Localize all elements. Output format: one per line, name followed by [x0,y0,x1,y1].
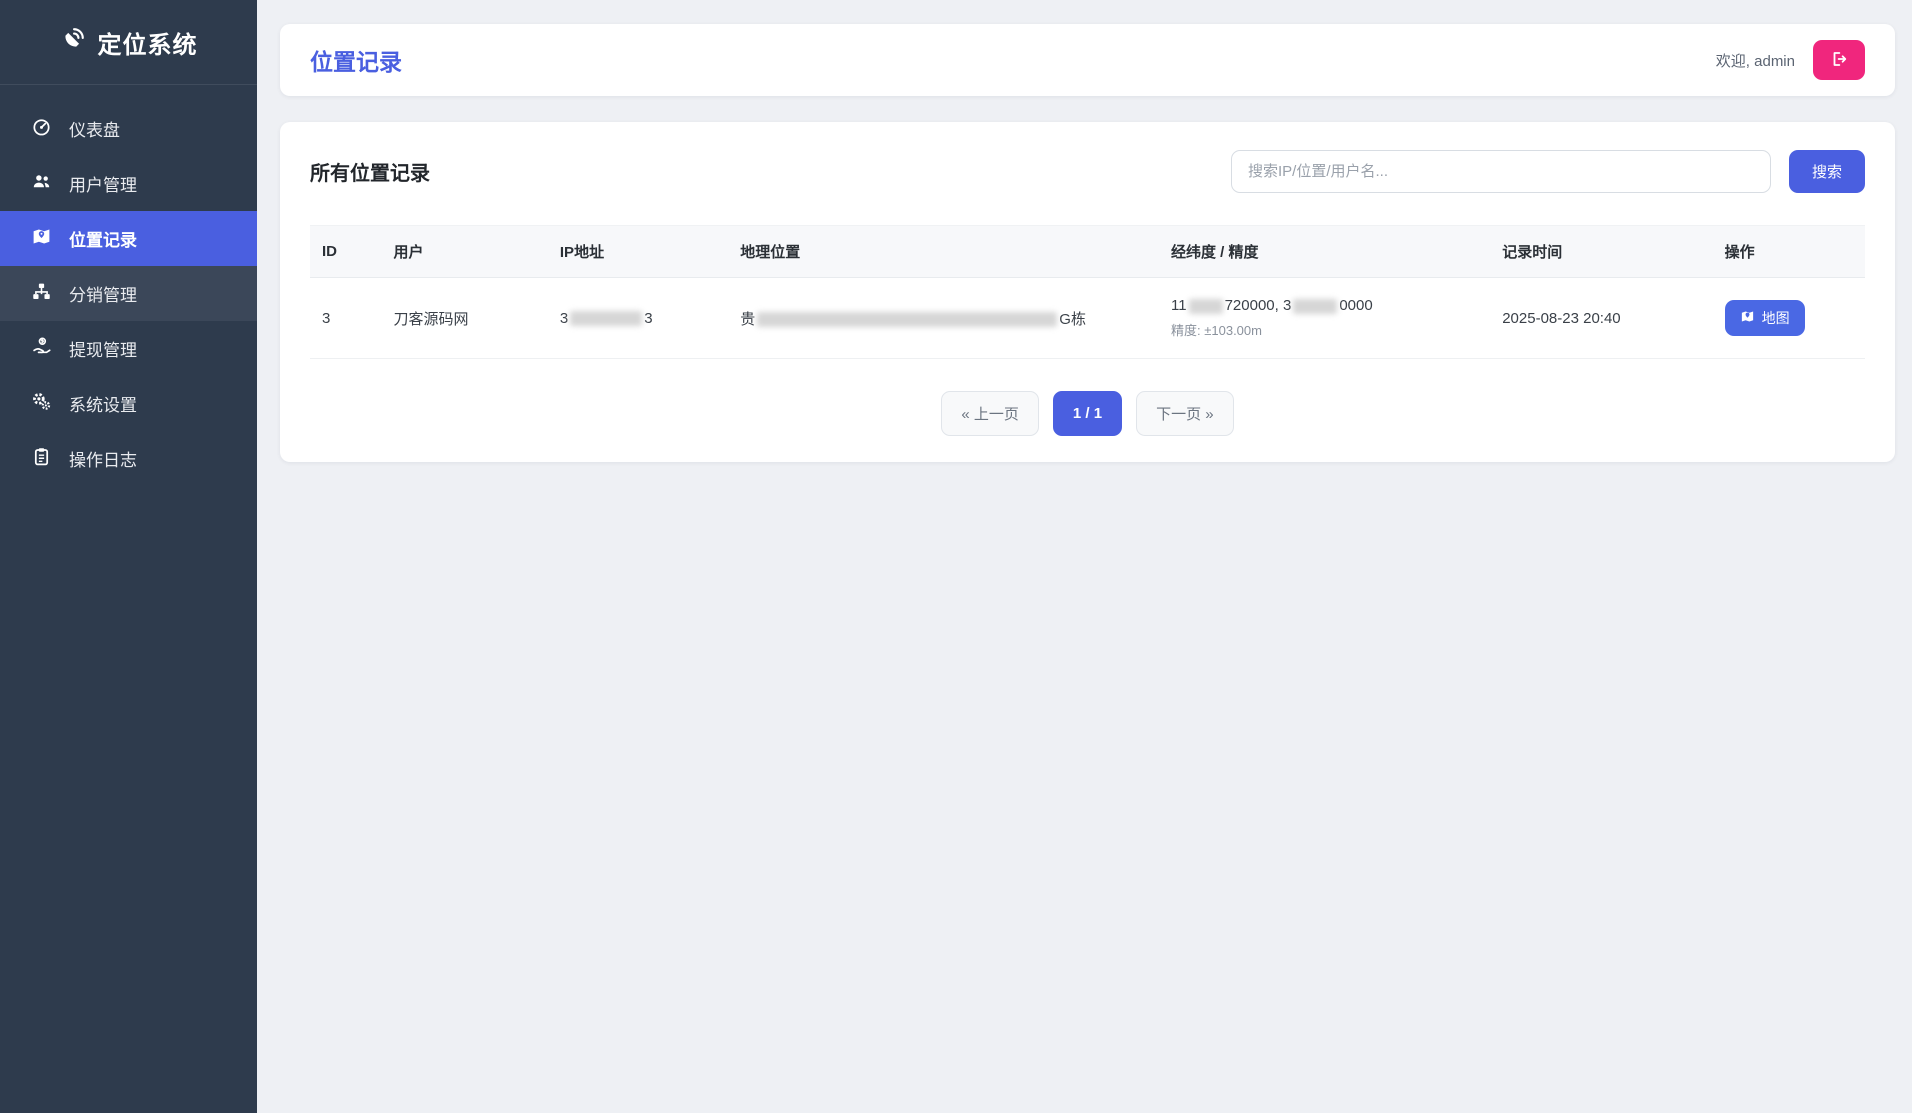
coords-line: 11720000, 30000 [1171,297,1478,314]
sidebar-item-label: 位置记录 [69,226,137,251]
cell-ip: 33 [548,278,728,359]
users-icon [31,171,52,197]
sidebar-item-label: 用户管理 [69,171,137,196]
map-button-label: 地图 [1762,308,1790,328]
redacted-ip [570,311,642,326]
cell-id: 3 [310,278,382,359]
records-card-header: 所有位置记录 搜索 [310,150,1865,193]
col-header-user: 用户 [382,226,548,278]
app-title: 定位系统 [98,25,198,60]
records-table: ID 用户 IP地址 地理位置 经纬度 / 精度 记录时间 操作 3 刀客源码网… [310,225,1865,359]
cell-actions: 地图 [1713,278,1865,359]
sidebar-item-users[interactable]: 用户管理 [0,156,257,211]
search-input[interactable] [1231,150,1771,193]
sidebar-item-label: 提现管理 [69,336,137,361]
topbar: 位置记录 欢迎, admin [280,24,1895,96]
sidebar-item-location-records[interactable]: 位置记录 [0,211,257,266]
accuracy-text: 精度: ±103.00m [1171,320,1478,339]
sidebar-item-settings[interactable]: 系统设置 [0,376,257,431]
col-header-location: 地理位置 [728,226,1159,278]
col-header-ip: IP地址 [548,226,728,278]
sidebar-item-label: 系统设置 [69,391,137,416]
search-button[interactable]: 搜索 [1789,150,1865,193]
col-header-id: ID [310,226,382,278]
page-title: 位置记录 [310,43,402,77]
sidebar-item-distribution[interactable]: 分销管理 [0,266,257,321]
pagination: « 上一页 1 / 1 下一页 » [310,391,1865,436]
map-button[interactable]: 地图 [1725,300,1805,336]
col-header-coords: 经纬度 / 精度 [1159,226,1490,278]
sidebar-item-label: 分销管理 [69,281,137,306]
table-header-row: ID 用户 IP地址 地理位置 经纬度 / 精度 记录时间 操作 [310,226,1865,278]
welcome-text: 欢迎, admin [1716,50,1795,71]
sidebar-item-label: 仪表盘 [69,116,120,141]
cell-time: 2025-08-23 20:40 [1490,278,1712,359]
sidebar: 定位系统 仪表盘 用户管理 [0,0,257,1113]
search-area: 搜索 [1231,150,1865,193]
app-logo: 定位系统 [0,0,257,85]
cell-location: 贵G栋 [728,278,1159,359]
cell-coords: 11720000, 30000 精度: ±103.00m [1159,278,1490,359]
hand-dollar-icon [31,336,52,362]
logout-button[interactable] [1813,40,1865,80]
redacted-coord-2 [1293,299,1337,314]
prev-page-button[interactable]: « 上一页 [941,391,1039,436]
next-page-button[interactable]: 下一页 » [1136,391,1234,436]
main-area: 位置记录 欢迎, admin 所有位置记录 搜索 [257,0,1912,1113]
sidebar-nav: 仪表盘 用户管理 位置记录 [0,101,257,486]
redacted-location [757,312,1057,327]
table-row: 3 刀客源码网 33 贵G栋 11720000, 30000 精度: ±103.… [310,278,1865,359]
cell-user: 刀客源码网 [382,278,548,359]
clipboard-icon [31,446,52,472]
map-location-icon [31,226,52,252]
card-title: 所有位置记录 [310,157,430,186]
col-header-time: 记录时间 [1490,226,1712,278]
sidebar-item-dashboard[interactable]: 仪表盘 [0,101,257,156]
satellite-dish-icon [60,26,86,59]
map-icon [1740,309,1755,327]
sidebar-item-withdrawal[interactable]: 提现管理 [0,321,257,376]
redacted-coord-1 [1189,299,1223,314]
topbar-right: 欢迎, admin [1716,40,1865,80]
sidebar-item-label: 操作日志 [69,446,137,471]
col-header-actions: 操作 [1713,226,1865,278]
gears-icon [31,391,52,417]
sidebar-item-logs[interactable]: 操作日志 [0,431,257,486]
sitemap-icon [31,281,52,307]
current-page-indicator[interactable]: 1 / 1 [1053,391,1122,436]
sign-out-icon [1830,50,1848,71]
records-card: 所有位置记录 搜索 ID 用户 IP地址 地理位置 经纬度 / 精度 记录时间 [280,122,1895,462]
gauge-icon [31,116,52,142]
